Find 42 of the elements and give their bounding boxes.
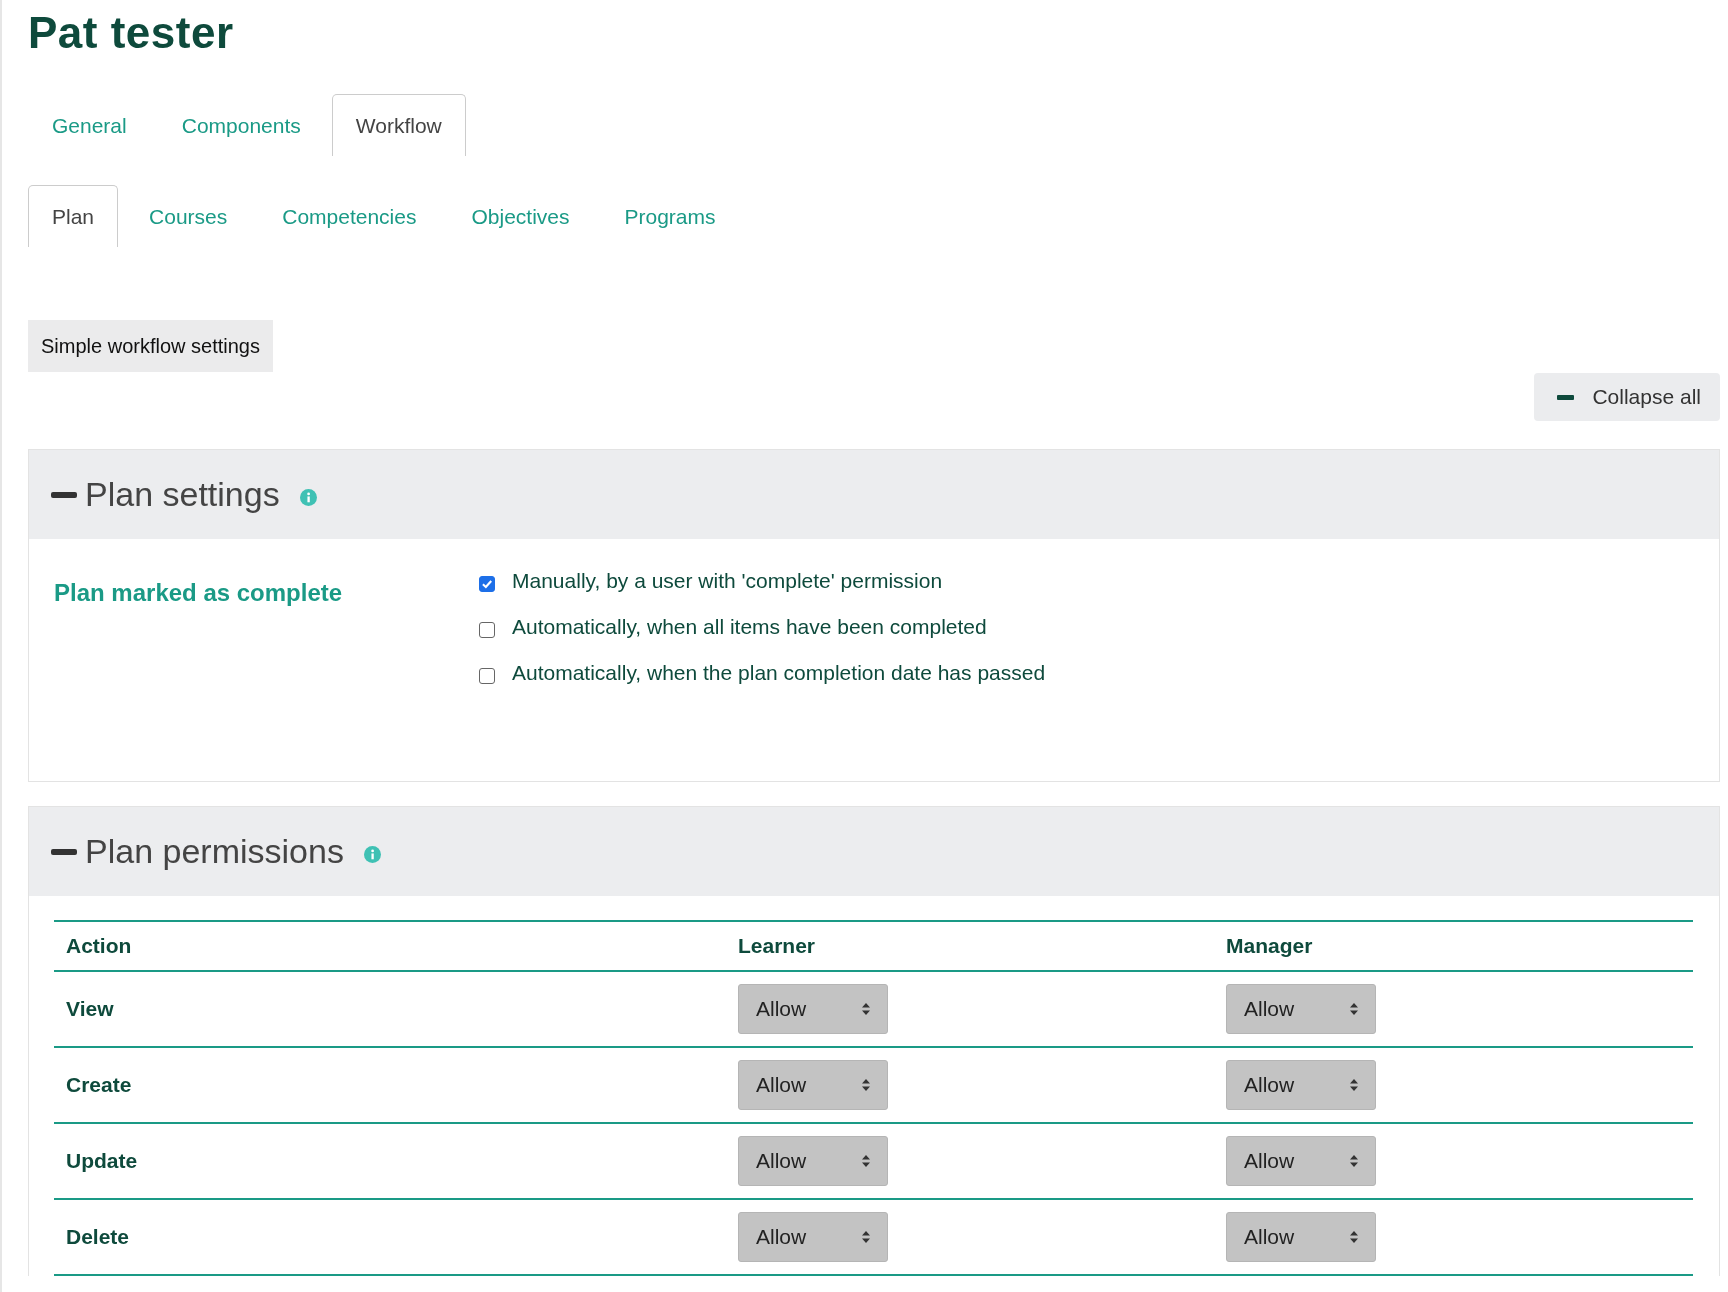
option-label: Automatically, when the plan completion date has passed <box>512 661 1046 685</box>
checkbox[interactable] <box>479 622 495 638</box>
updown-icon <box>1349 1002 1359 1016</box>
column-header: Learner <box>738 934 816 957</box>
updown-icon <box>861 1002 871 1016</box>
section-title: Plan settings <box>85 475 280 514</box>
updown-icon <box>861 1078 871 1092</box>
permission-select[interactable]: Allow <box>738 984 888 1034</box>
tab[interactable]: Plan <box>28 185 119 247</box>
column-header: Manager <box>1226 934 1313 957</box>
section-header[interactable]: Plan permissions <box>29 807 1719 896</box>
collapse-icon <box>51 848 77 855</box>
permission-select[interactable]: Allow <box>1226 1060 1376 1110</box>
option-label: Automatically, when all items have been completed <box>512 615 987 639</box>
checkbox[interactable] <box>479 668 495 684</box>
permission-select[interactable]: Allow <box>738 1136 888 1186</box>
section-title: Plan permissions <box>85 832 344 871</box>
permission-select[interactable]: Allow <box>1226 1212 1376 1262</box>
updown-icon <box>861 1230 871 1244</box>
action-name: Create <box>66 1073 132 1096</box>
action-name: View <box>66 997 114 1020</box>
tab[interactable]: Workflow <box>331 94 466 156</box>
permission-select[interactable]: Allow <box>738 1060 888 1110</box>
section-header[interactable]: Plan settings <box>29 450 1719 539</box>
permission-select[interactable]: Allow <box>1226 1136 1376 1186</box>
collapse-all-button[interactable]: Collapse all <box>1534 373 1720 421</box>
permission-select[interactable]: Allow <box>1226 984 1376 1034</box>
simple-workflow-button[interactable]: Simple workflow settings <box>28 320 273 372</box>
minus-icon <box>1557 394 1575 400</box>
checkbox[interactable] <box>479 576 495 592</box>
field-label: Plan marked as complete <box>54 578 344 608</box>
action-name: Update <box>66 1149 138 1172</box>
updown-icon <box>861 1154 871 1168</box>
updown-icon <box>1349 1078 1359 1092</box>
updown-icon <box>1349 1230 1359 1244</box>
column-header: Action <box>66 934 132 957</box>
action-name: Delete <box>66 1225 130 1248</box>
page-title: Pat tester <box>28 7 235 59</box>
permission-select[interactable]: Allow <box>738 1212 888 1262</box>
collapse-icon <box>51 491 77 498</box>
updown-icon <box>1349 1154 1359 1168</box>
option-label: Manually, by a user with 'complete' permission <box>512 569 943 593</box>
